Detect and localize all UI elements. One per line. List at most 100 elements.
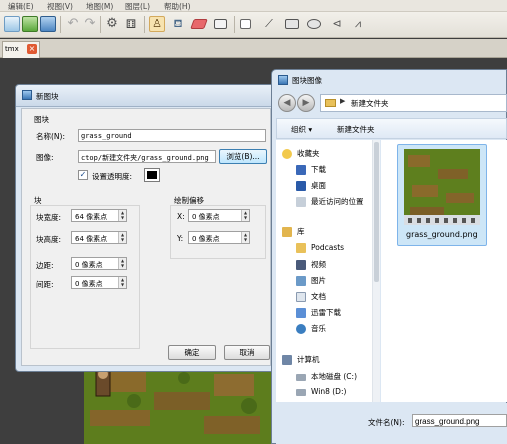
eraser-icon[interactable] — [190, 19, 208, 29]
star-icon — [282, 149, 292, 159]
nav-videos[interactable]: 视频 — [296, 259, 326, 270]
nav-music[interactable]: 音乐 — [296, 323, 326, 334]
filename-label: 文件名(N): — [368, 418, 405, 427]
filename-input[interactable]: grass_ground.png — [412, 414, 507, 427]
spacing-spinbox[interactable]: 0 像素点 ▲ ▼ — [71, 276, 127, 289]
file-item[interactable]: grass_ground.png — [397, 144, 487, 246]
app-icon — [22, 90, 32, 100]
transparency-label: 设置透明度: — [92, 172, 133, 181]
section-tileset: 图块 — [34, 115, 49, 124]
drive-icon — [296, 373, 306, 381]
forward-icon[interactable]: ▶ — [297, 94, 315, 112]
desktop-icon — [296, 181, 306, 191]
menu-layer[interactable]: 图层(L) — [125, 1, 150, 12]
folder-icon — [296, 243, 306, 253]
pictures-icon — [296, 276, 306, 286]
polygon-icon[interactable]: ⊲ — [329, 16, 345, 32]
new-file-icon[interactable] — [4, 16, 20, 32]
offset-x-label: X: — [177, 212, 185, 221]
chevron-right-icon[interactable]: ▶ — [340, 97, 345, 105]
computer-icon — [282, 355, 292, 365]
filename-bar: 文件名(N): grass_ground.png — [276, 403, 507, 444]
ok-button[interactable]: 确定 — [168, 345, 216, 360]
back-icon[interactable]: ◀ — [278, 94, 296, 112]
rect-object-icon[interactable] — [285, 19, 299, 29]
nav-recent[interactable]: 最近访问的位置 — [296, 196, 364, 207]
menu-edit[interactable]: 编辑(E) — [8, 1, 34, 12]
nav-pictures[interactable]: 图片 — [296, 275, 326, 286]
object-select-icon[interactable] — [240, 19, 251, 29]
breadcrumb[interactable]: 新建文件夹 — [351, 98, 389, 109]
menu-view[interactable]: 视图(V) — [47, 1, 73, 12]
stamp-brush-icon[interactable]: ♙ — [149, 16, 165, 32]
library-icon — [282, 227, 292, 237]
tile-height-label: 块高度: — [36, 235, 62, 244]
documents-icon — [296, 292, 306, 302]
nav-libraries[interactable]: 库 — [282, 226, 305, 237]
nav-favorites[interactable]: 收藏夹 — [282, 148, 320, 159]
margin-spinbox[interactable]: 0 像素点 ▲ ▼ — [71, 257, 127, 270]
tab-label: tmx — [5, 45, 19, 53]
new-folder-button[interactable]: 新建文件夹 — [337, 124, 375, 135]
menu-bar: 编辑(E) 视图(V) 地图(M) 图层(L) 帮助(H) — [0, 0, 507, 12]
transparency-checkbox[interactable]: ✓ — [78, 170, 88, 180]
menu-help[interactable]: 帮助(H) — [164, 1, 191, 12]
address-bar[interactable]: ▶ 新建文件夹 — [320, 94, 507, 112]
command-bar: 组织 ▾ 新建文件夹 — [276, 118, 507, 139]
app-icon — [278, 75, 288, 85]
file-open-dialog: 图块图像 ◀ ▶ ▶ 新建文件夹 组织 ▾ 新建文件夹 收藏夹 下载 桌面 最近… — [271, 69, 507, 444]
nav-scrollbar[interactable] — [372, 140, 380, 402]
toolbar: ↶ ↷ ⚙ ⚅ ♙ ⛾ ⟋ ⊲ ⩘ — [0, 12, 507, 38]
tile-width-label: 块宽度: — [36, 213, 62, 222]
name-label: 名称(N): — [36, 132, 65, 141]
nav-desktop[interactable]: 桌面 — [296, 180, 326, 191]
polyline-icon[interactable]: ⩘ — [350, 16, 366, 32]
nav-downloads[interactable]: 下载 — [296, 164, 326, 175]
recent-places-icon — [296, 197, 306, 207]
ellipse-object-icon[interactable] — [307, 19, 321, 29]
save-icon[interactable] — [40, 16, 56, 32]
image-path-input[interactable]: ctop/新建文件夹/grass_ground.png — [78, 150, 216, 163]
name-input[interactable]: grass_ground — [78, 129, 266, 142]
nav-drive-d[interactable]: Win8 (D:) — [296, 387, 346, 396]
margin-label: 边距: — [36, 261, 54, 270]
download-folder-icon — [296, 165, 306, 175]
menu-map[interactable]: 地图(M) — [86, 1, 113, 12]
navigation-bar: ◀ ▶ ▶ 新建文件夹 — [276, 91, 507, 117]
undo-icon[interactable]: ↶ — [65, 16, 81, 32]
offset-x-spinbox[interactable]: 0 像素点 ▲ ▼ — [188, 209, 250, 222]
nav-thunder-downloads[interactable]: 迅雷下载 — [296, 307, 341, 318]
tile-width-spinbox[interactable]: 64 像素点 ▲ ▼ — [71, 209, 127, 222]
browse-button[interactable]: 浏览(B)... — [219, 149, 267, 164]
thunder-download-icon — [296, 308, 306, 318]
offset-y-spinbox[interactable]: 0 像素点 ▲ ▼ — [188, 231, 250, 244]
settings-icon[interactable]: ⚙ — [104, 16, 120, 32]
scrollbar-thumb[interactable] — [374, 142, 379, 282]
image-thumbnail — [404, 149, 480, 225]
nav-documents[interactable]: 文档 — [296, 291, 326, 302]
bucket-fill-icon[interactable]: ⛾ — [170, 16, 186, 32]
file-list: grass_ground.png — [381, 140, 507, 402]
dialog-titlebar[interactable]: 新图块 — [16, 85, 276, 107]
document-tab-bar — [0, 39, 507, 58]
redo-icon[interactable]: ↷ — [82, 16, 98, 32]
dialog-titlebar[interactable]: 图块图像 — [272, 70, 507, 90]
nav-drive-c[interactable]: 本地磁盘 (C:) — [296, 371, 357, 382]
nav-computer[interactable]: 计算机 — [282, 354, 320, 365]
tile-height-spinbox[interactable]: 64 像素点 ▲ ▼ — [71, 231, 127, 244]
open-file-icon[interactable] — [22, 16, 38, 32]
image-label: 图像: — [36, 153, 54, 162]
map-canvas[interactable] — [84, 366, 274, 444]
grass-tiles-image — [84, 366, 274, 444]
random-dice-icon[interactable]: ⚅ — [123, 16, 139, 32]
dialog-title: 图块图像 — [292, 76, 322, 85]
rect-select-icon[interactable] — [214, 19, 227, 29]
tab-close-icon[interactable]: × — [27, 44, 37, 54]
node-edit-icon[interactable]: ⟋ — [261, 16, 277, 32]
folder-icon — [325, 99, 336, 107]
transparency-color-button[interactable] — [144, 168, 160, 182]
navigation-pane: 收藏夹 下载 桌面 最近访问的位置 库 Podcasts 视频 图片 文档 迅雷… — [276, 140, 380, 402]
organize-button[interactable]: 组织 ▾ — [291, 124, 312, 135]
cancel-button[interactable]: 取消 — [224, 345, 270, 360]
nav-podcasts[interactable]: Podcasts — [296, 243, 344, 253]
